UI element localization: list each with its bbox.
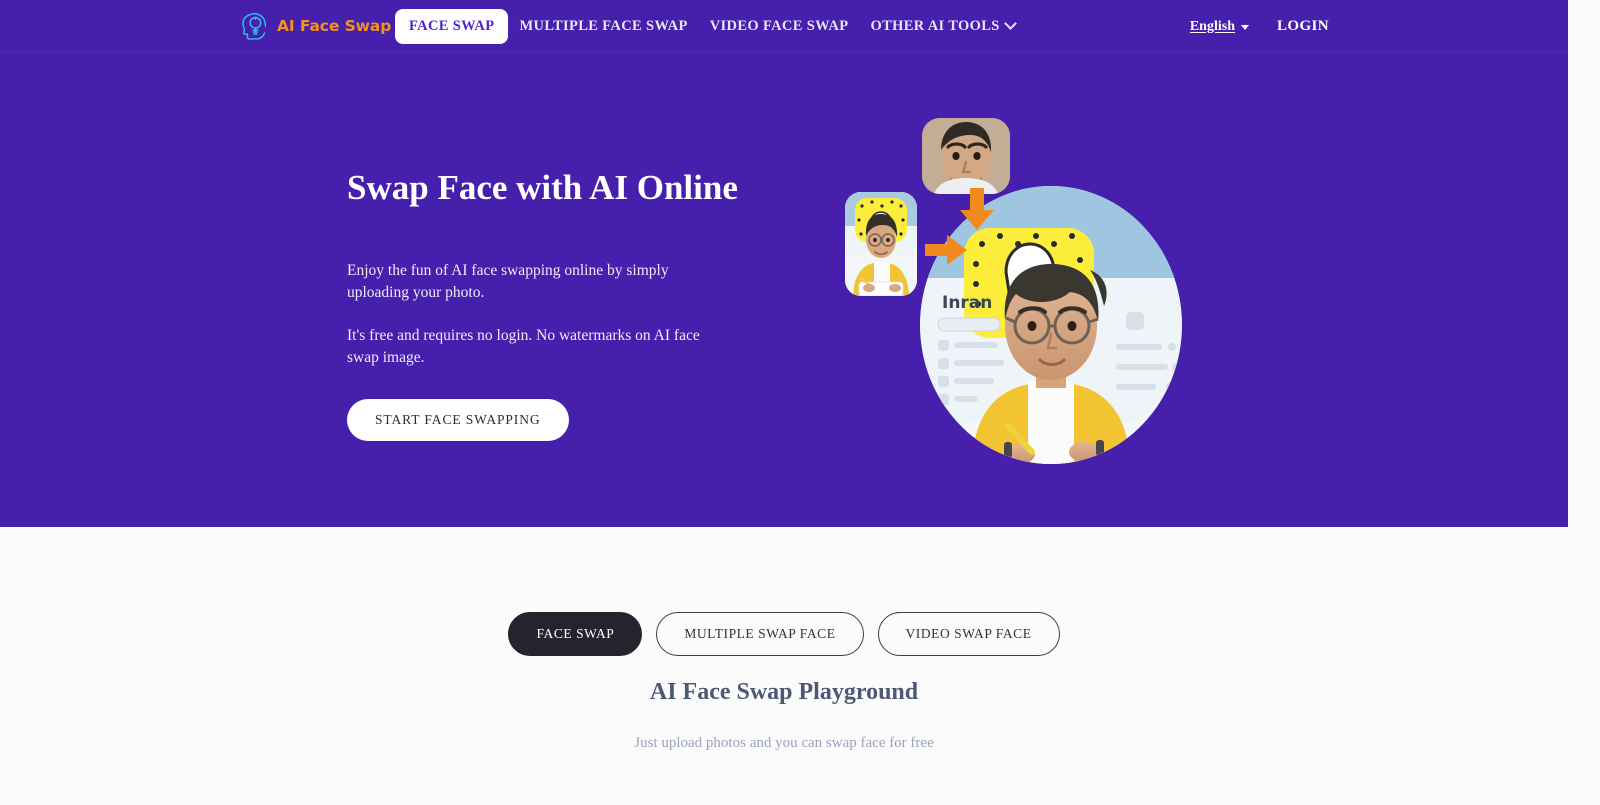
chevron-down-icon (1003, 17, 1017, 30)
nav-item-label: OTHER AI TOOLS (870, 18, 1000, 34)
hero-illustration: Inran (840, 110, 1200, 470)
nav-item-label: MULTIPLE FACE SWAP (519, 18, 688, 34)
nav-item-label: VIDEO FACE SWAP (709, 18, 849, 34)
chevron-down-icon (1240, 25, 1249, 30)
target-photo-thumbnail (845, 192, 917, 296)
svg-text:Inran: Inran (942, 293, 992, 313)
page-title: Swap Face with AI Online (347, 168, 738, 207)
language-selector[interactable]: English (1190, 19, 1249, 35)
hero-paragraph-1: Enjoy the fun of AI face swapping online… (347, 262, 669, 302)
playground-tabs: FACE SWAP MULTIPLE SWAP FACE VIDEO SWAP … (0, 612, 1568, 656)
playground-subtitle: Just upload photos and you can swap face… (634, 735, 934, 751)
playground-section: FACE SWAP MULTIPLE SWAP FACE VIDEO SWAP … (0, 527, 1600, 805)
hero-right-gutter (1568, 0, 1600, 527)
tab-multiple-swap-face[interactable]: MULTIPLE SWAP FACE (656, 612, 864, 656)
source-face-thumbnail (922, 118, 1010, 194)
arrow-right-icon (925, 235, 967, 265)
brand-name: AI Face Swap (277, 17, 392, 35)
primary-nav: FACE SWAP MULTIPLE FACE SWAP VIDEO FACE … (395, 0, 1026, 53)
arrow-down-icon (960, 188, 994, 230)
hero-paragraph-2: It's free and requires no login. No wate… (347, 327, 700, 367)
page-root: AI Face Swap FACE SWAP MULTIPLE FACE SWA… (0, 0, 1600, 805)
nav-item-face-swap[interactable]: FACE SWAP (395, 9, 509, 44)
hero-section (0, 0, 1568, 527)
playground-title: AI Face Swap Playground (649, 679, 919, 705)
tab-video-swap-face[interactable]: VIDEO SWAP FACE (877, 612, 1060, 656)
nav-item-multiple-face-swap[interactable]: MULTIPLE FACE SWAP (508, 10, 698, 43)
brand-logo[interactable]: AI Face Swap (239, 10, 391, 42)
hero-copy: Swap Face with AI Online Enjoy the fun o… (347, 168, 747, 442)
login-button[interactable]: LOGIN (1277, 18, 1329, 35)
nav-item-video-face-swap[interactable]: VIDEO FACE SWAP (699, 10, 860, 43)
header-actions: English LOGIN (1190, 0, 1329, 53)
nav-item-label: FACE SWAP (409, 18, 495, 34)
language-label: English (1189, 18, 1235, 34)
tab-face-swap[interactable]: FACE SWAP (508, 612, 643, 656)
nav-item-other-ai-tools[interactable]: OTHER AI TOOLS (859, 10, 1025, 43)
start-face-swapping-button[interactable]: START FACE SWAPPING (347, 399, 569, 442)
head-lightbulb-icon (239, 10, 271, 42)
site-header: AI Face Swap FACE SWAP MULTIPLE FACE SWA… (0, 0, 1568, 53)
